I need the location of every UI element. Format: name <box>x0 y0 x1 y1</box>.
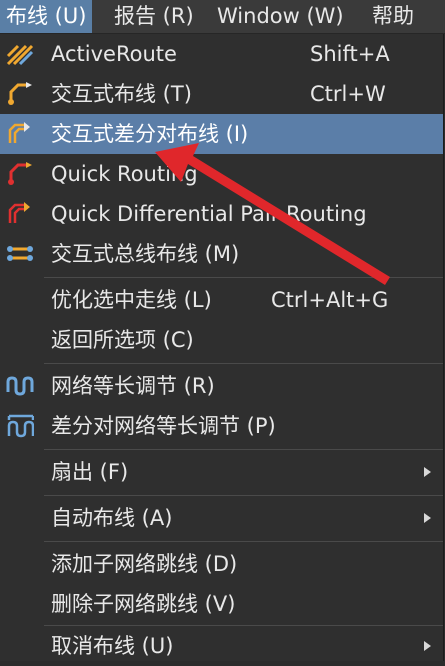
menu-item-label: 交互式差分对布线 (I) <box>51 122 249 146</box>
menu-item-label: 交互式总线布线 (M) <box>51 242 240 266</box>
menu-item-label: Quick Differential Pair Routing <box>51 202 367 226</box>
menu-item-quick-routing[interactable]: Quick Routing <box>0 154 443 194</box>
quick-route-icon <box>8 162 32 185</box>
menu-item-label: 返回所选项 (C) <box>51 328 194 352</box>
menu-item-shortcut: Ctrl+W <box>310 82 386 106</box>
bus-route-icon <box>7 246 33 261</box>
quick-diff-route-icon <box>8 202 30 223</box>
menu-separator <box>44 495 443 496</box>
menu-item-diff-pair-length-tuning[interactable]: 差分对网络等长调节 (P) <box>0 406 443 446</box>
menu-item-quick-diff-pair-routing[interactable]: Quick Differential Pair Routing <box>0 194 443 234</box>
menu-item-activeroute[interactable]: ActiveRoute Shift+A <box>0 34 443 74</box>
menu-item-label: 取消布线 (U) <box>51 634 174 658</box>
menu-item-return-to-selection[interactable]: 返回所选项 (C) <box>0 320 443 360</box>
menu-item-remove-subnet-jumper[interactable]: 删除子网络跳线 (V) <box>0 584 443 624</box>
submenu-arrow-icon <box>424 641 431 651</box>
menu-bar-item-reports[interactable]: 报告 (R) <box>108 0 200 33</box>
menu-item-label: Quick Routing <box>51 162 198 186</box>
menu-item-label: ActiveRoute <box>51 42 177 66</box>
menu-separator <box>44 277 443 278</box>
menu-item-unroute[interactable]: 取消布线 (U) <box>0 626 443 666</box>
menu-item-label: 优化选中走线 (L) <box>51 288 212 312</box>
menu-item-shortcut: Shift+A <box>310 42 390 66</box>
diff-pair-route-icon <box>8 122 30 143</box>
menu-item-label: 删除子网络跳线 (V) <box>51 592 236 616</box>
menu-separator <box>44 449 443 450</box>
submenu-arrow-icon <box>424 467 431 477</box>
menu-item-interactive-diff-pair-routing[interactable]: 交互式差分对布线 (I) <box>0 114 443 154</box>
menu-item-label: 扇出 (F) <box>51 460 129 484</box>
routing-dropdown-menu: ActiveRoute Shift+A 交互式布线 (T) Ctrl+W 交互式… <box>0 34 444 661</box>
interactive-route-icon <box>8 82 32 105</box>
menu-item-net-length-tuning[interactable]: 网络等长调节 (R) <box>0 366 443 406</box>
menu-bar-item-routing[interactable]: 布线 (U) <box>0 0 93 33</box>
diff-length-tune-icon <box>7 414 34 438</box>
menu-item-optimize-selected-routes[interactable]: 优化选中走线 (L) Ctrl+Alt+G <box>0 280 443 320</box>
menu-separator <box>44 363 443 364</box>
length-tune-icon <box>6 376 34 396</box>
menu-item-label: 网络等长调节 (R) <box>51 374 215 398</box>
menu-item-label: 交互式布线 (T) <box>51 82 192 106</box>
menu-bar: 布线 (U) 报告 (R) Window (W) 帮助 <box>0 0 445 34</box>
menu-item-auto-route[interactable]: 自动布线 (A) <box>0 498 443 538</box>
menu-item-interactive-bus-routing[interactable]: 交互式总线布线 (M) <box>0 234 443 274</box>
menu-item-label: 自动布线 (A) <box>51 506 173 530</box>
menu-item-label: 添加子网络跳线 (D) <box>51 552 238 576</box>
menu-bar-item-help[interactable]: 帮助 <box>366 0 420 33</box>
menu-separator <box>44 541 443 542</box>
menu-bar-item-window[interactable]: Window (W) <box>211 0 350 33</box>
active-route-icon <box>6 44 34 66</box>
menu-item-add-subnet-jumper[interactable]: 添加子网络跳线 (D) <box>0 544 443 584</box>
menu-item-interactive-routing[interactable]: 交互式布线 (T) Ctrl+W <box>0 74 443 114</box>
menu-item-label: 差分对网络等长调节 (P) <box>51 414 276 438</box>
submenu-arrow-icon <box>424 513 431 523</box>
menu-item-shortcut: Ctrl+Alt+G <box>271 288 389 312</box>
menu-item-fanout[interactable]: 扇出 (F) <box>0 452 443 492</box>
